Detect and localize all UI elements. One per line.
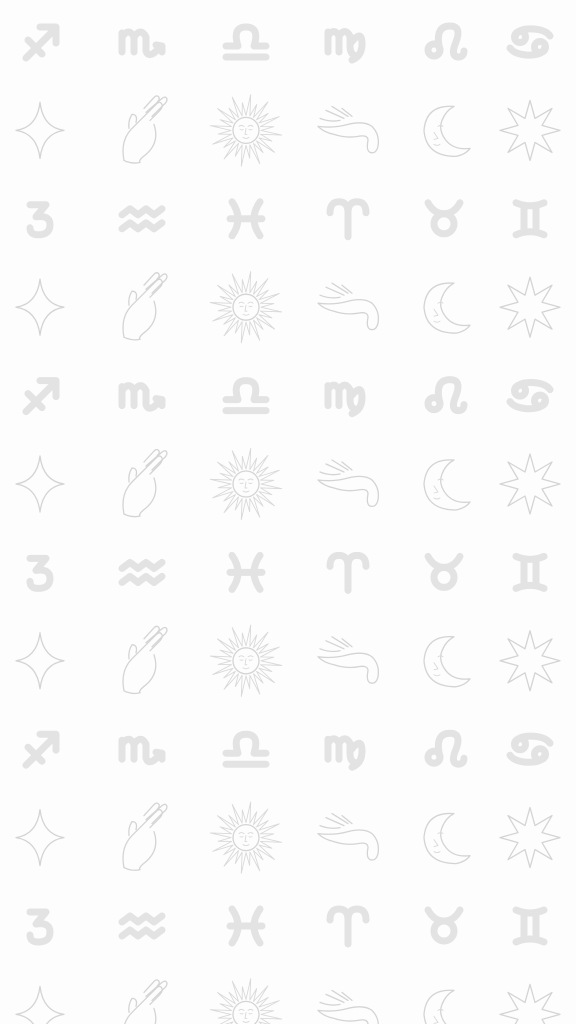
aries-icon	[330, 909, 366, 944]
eight-point-star-icon	[499, 99, 561, 162]
aries-icon	[330, 555, 366, 590]
leo-icon	[428, 380, 464, 411]
taurus-icon	[428, 556, 460, 587]
reaching-hand-icon	[122, 979, 168, 1024]
four-point-star-icon	[15, 632, 65, 690]
sagittarius-icon	[26, 27, 56, 58]
astrology-pattern-wallpaper	[15, 0, 561, 1024]
eight-point-star-icon	[499, 983, 561, 1024]
reaching-hand-icon	[122, 625, 168, 695]
eight-point-star-icon	[499, 453, 561, 515]
pisces-icon	[230, 202, 262, 236]
sagittarius-icon	[26, 734, 56, 765]
eight-point-star-icon	[499, 630, 561, 692]
sun-face-icon	[209, 624, 283, 698]
eight-point-star-icon	[499, 806, 561, 869]
four-point-star-icon	[15, 985, 65, 1024]
pointing-hand-icon	[317, 282, 380, 331]
scorpio-icon	[122, 739, 162, 762]
libra-icon	[226, 734, 266, 764]
sagittarius-icon	[26, 381, 56, 412]
crescent-moon-face-icon	[423, 812, 471, 865]
crescent-moon-face-icon	[423, 459, 471, 511]
pisces-icon	[230, 555, 262, 589]
reaching-hand-icon	[122, 802, 168, 871]
cancer-icon	[510, 383, 550, 409]
pointing-hand-icon	[317, 105, 380, 154]
cancer-icon	[510, 29, 550, 55]
gemini-icon	[516, 556, 544, 588]
cancer-icon	[510, 736, 550, 762]
libra-icon	[226, 27, 266, 57]
aquarius-icon	[122, 562, 162, 582]
virgo-icon	[328, 385, 362, 414]
pointing-hand-icon	[317, 989, 380, 1024]
sun-face-icon	[209, 94, 283, 167]
four-point-star-icon	[15, 278, 65, 336]
crescent-moon-face-icon	[423, 105, 471, 158]
taurus-icon	[428, 910, 460, 941]
crescent-moon-face-icon	[423, 282, 471, 334]
aquarius-icon	[122, 916, 162, 936]
gemini-icon	[516, 910, 544, 942]
four-point-star-icon	[15, 455, 65, 513]
capricorn-icon	[30, 558, 50, 588]
virgo-icon	[328, 739, 362, 768]
aries-icon	[330, 202, 366, 237]
scorpio-icon	[122, 32, 162, 55]
reaching-hand-icon	[122, 448, 168, 518]
four-point-star-icon	[15, 808, 65, 867]
aquarius-icon	[122, 209, 162, 229]
crescent-moon-face-icon	[423, 989, 471, 1024]
sun-face-icon	[209, 801, 283, 874]
reaching-hand-icon	[122, 272, 168, 341]
sun-face-icon	[209, 447, 283, 521]
virgo-icon	[328, 32, 362, 61]
libra-icon	[226, 381, 266, 411]
sun-face-icon	[209, 978, 283, 1024]
crescent-moon-face-icon	[423, 636, 471, 688]
four-point-star-icon	[15, 101, 65, 160]
pointing-hand-icon	[317, 636, 380, 684]
capricorn-icon	[30, 205, 50, 235]
pointing-hand-icon	[317, 459, 380, 508]
leo-icon	[428, 26, 464, 57]
reaching-hand-icon	[122, 95, 168, 164]
sun-face-icon	[209, 270, 283, 344]
taurus-icon	[428, 203, 460, 234]
scorpio-icon	[122, 386, 162, 409]
pisces-icon	[230, 909, 262, 943]
capricorn-icon	[30, 912, 50, 942]
leo-icon	[428, 733, 464, 764]
gemini-icon	[516, 203, 544, 235]
pointing-hand-icon	[317, 812, 380, 861]
eight-point-star-icon	[499, 276, 561, 338]
pattern-layer	[15, 26, 561, 1024]
